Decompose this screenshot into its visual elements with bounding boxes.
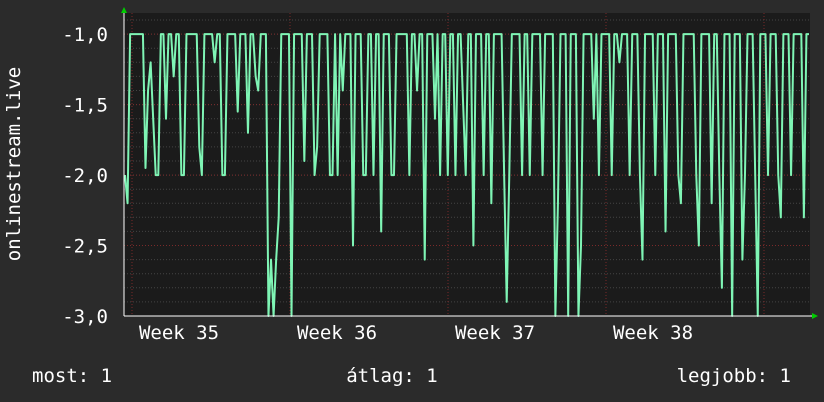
x-tick-label: Week 38 (613, 322, 693, 344)
y-tick-label: -2,0 (62, 165, 108, 187)
footer-average: átlag: 1 (346, 365, 438, 387)
y-axis-label: onlinestream.live (3, 67, 25, 261)
chart: -1,0 -1,5 -2,0 -2,5 -3,0 Week 35 Week 36 Week … (0, 0, 824, 402)
y-tick-label: -3,0 (62, 306, 108, 328)
x-tick-label: Week 36 (297, 322, 377, 344)
x-tick-label: Week 35 (139, 322, 219, 344)
x-tick-label: Week 37 (455, 322, 535, 344)
y-tick-label: -1,5 (62, 95, 108, 117)
footer-now: most: 1 (32, 365, 112, 387)
y-tick-label: -1,0 (62, 24, 108, 46)
y-tick-label: -2,5 (62, 236, 108, 258)
footer-best: legjobb: 1 (677, 365, 791, 387)
